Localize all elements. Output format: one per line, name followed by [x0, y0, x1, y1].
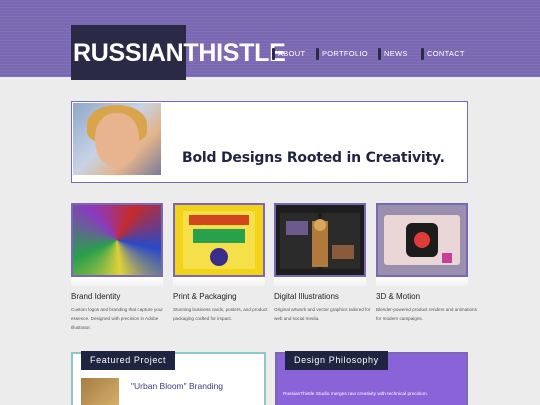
designer-portrait [73, 103, 161, 175]
philosophy-text: RussianThistle Studio merges raw creativ… [283, 392, 429, 397]
3d-motion-image[interactable] [376, 203, 468, 277]
featured-project-label: Featured Project [81, 351, 176, 370]
service-card-brand[interactable]: Brand Identity Custom logos and branding… [71, 203, 163, 332]
print-packaging-image[interactable] [173, 203, 265, 277]
project-thumbnail[interactable] [81, 378, 119, 405]
nav-news[interactable]: NEWS [378, 47, 408, 61]
service-card-print[interactable]: Print & Packaging Stunning business card… [173, 203, 267, 323]
card-title: Brand Identity [71, 292, 121, 301]
nav-contact[interactable]: CONTACT [421, 47, 465, 61]
design-philosophy-label: Design Philosophy [285, 351, 388, 370]
site-header: RUSSIANTHISTLE ABOUT PORTFOLIO NEWS CONT… [0, 0, 540, 80]
featured-project-panel: Featured Project "Urban Bloom" Branding [71, 351, 266, 405]
card-description: Custom logos and branding that capture y… [71, 307, 163, 330]
hero-tagline: Bold Designs Rooted in Creativity. [182, 150, 445, 166]
card-title: 3D & Motion [376, 292, 421, 301]
hero-banner: Bold Designs Rooted in Creativity. [71, 101, 468, 183]
card-title: Digital Illustrations [274, 292, 339, 301]
product-render [384, 215, 460, 265]
nav-portfolio[interactable]: PORTFOLIO [316, 47, 368, 61]
poster-illustration [183, 211, 255, 269]
design-philosophy-panel: Design Philosophy RussianThistle Studio … [275, 351, 468, 405]
card-title: Print & Packaging [173, 292, 237, 301]
nav-about[interactable]: ABOUT [272, 47, 305, 61]
site-logo[interactable]: RUSSIANTHISTLE [73, 39, 286, 68]
service-card-3d[interactable]: 3D & Motion Blender-powered product rend… [376, 203, 477, 323]
project-title[interactable]: "Urban Bloom" Branding [131, 381, 223, 391]
digital-illustrations-image[interactable] [274, 203, 366, 277]
card-description: Original artwork and vector graphics tai… [274, 307, 371, 321]
service-card-digital[interactable]: Digital Illustrations Original artwork a… [274, 203, 371, 323]
card-description: Stunning business cards, posters, and pr… [173, 307, 268, 321]
brand-identity-image[interactable] [71, 203, 163, 277]
illustration-book [280, 213, 360, 269]
card-description: Blender-powered product renders and anim… [376, 307, 477, 321]
